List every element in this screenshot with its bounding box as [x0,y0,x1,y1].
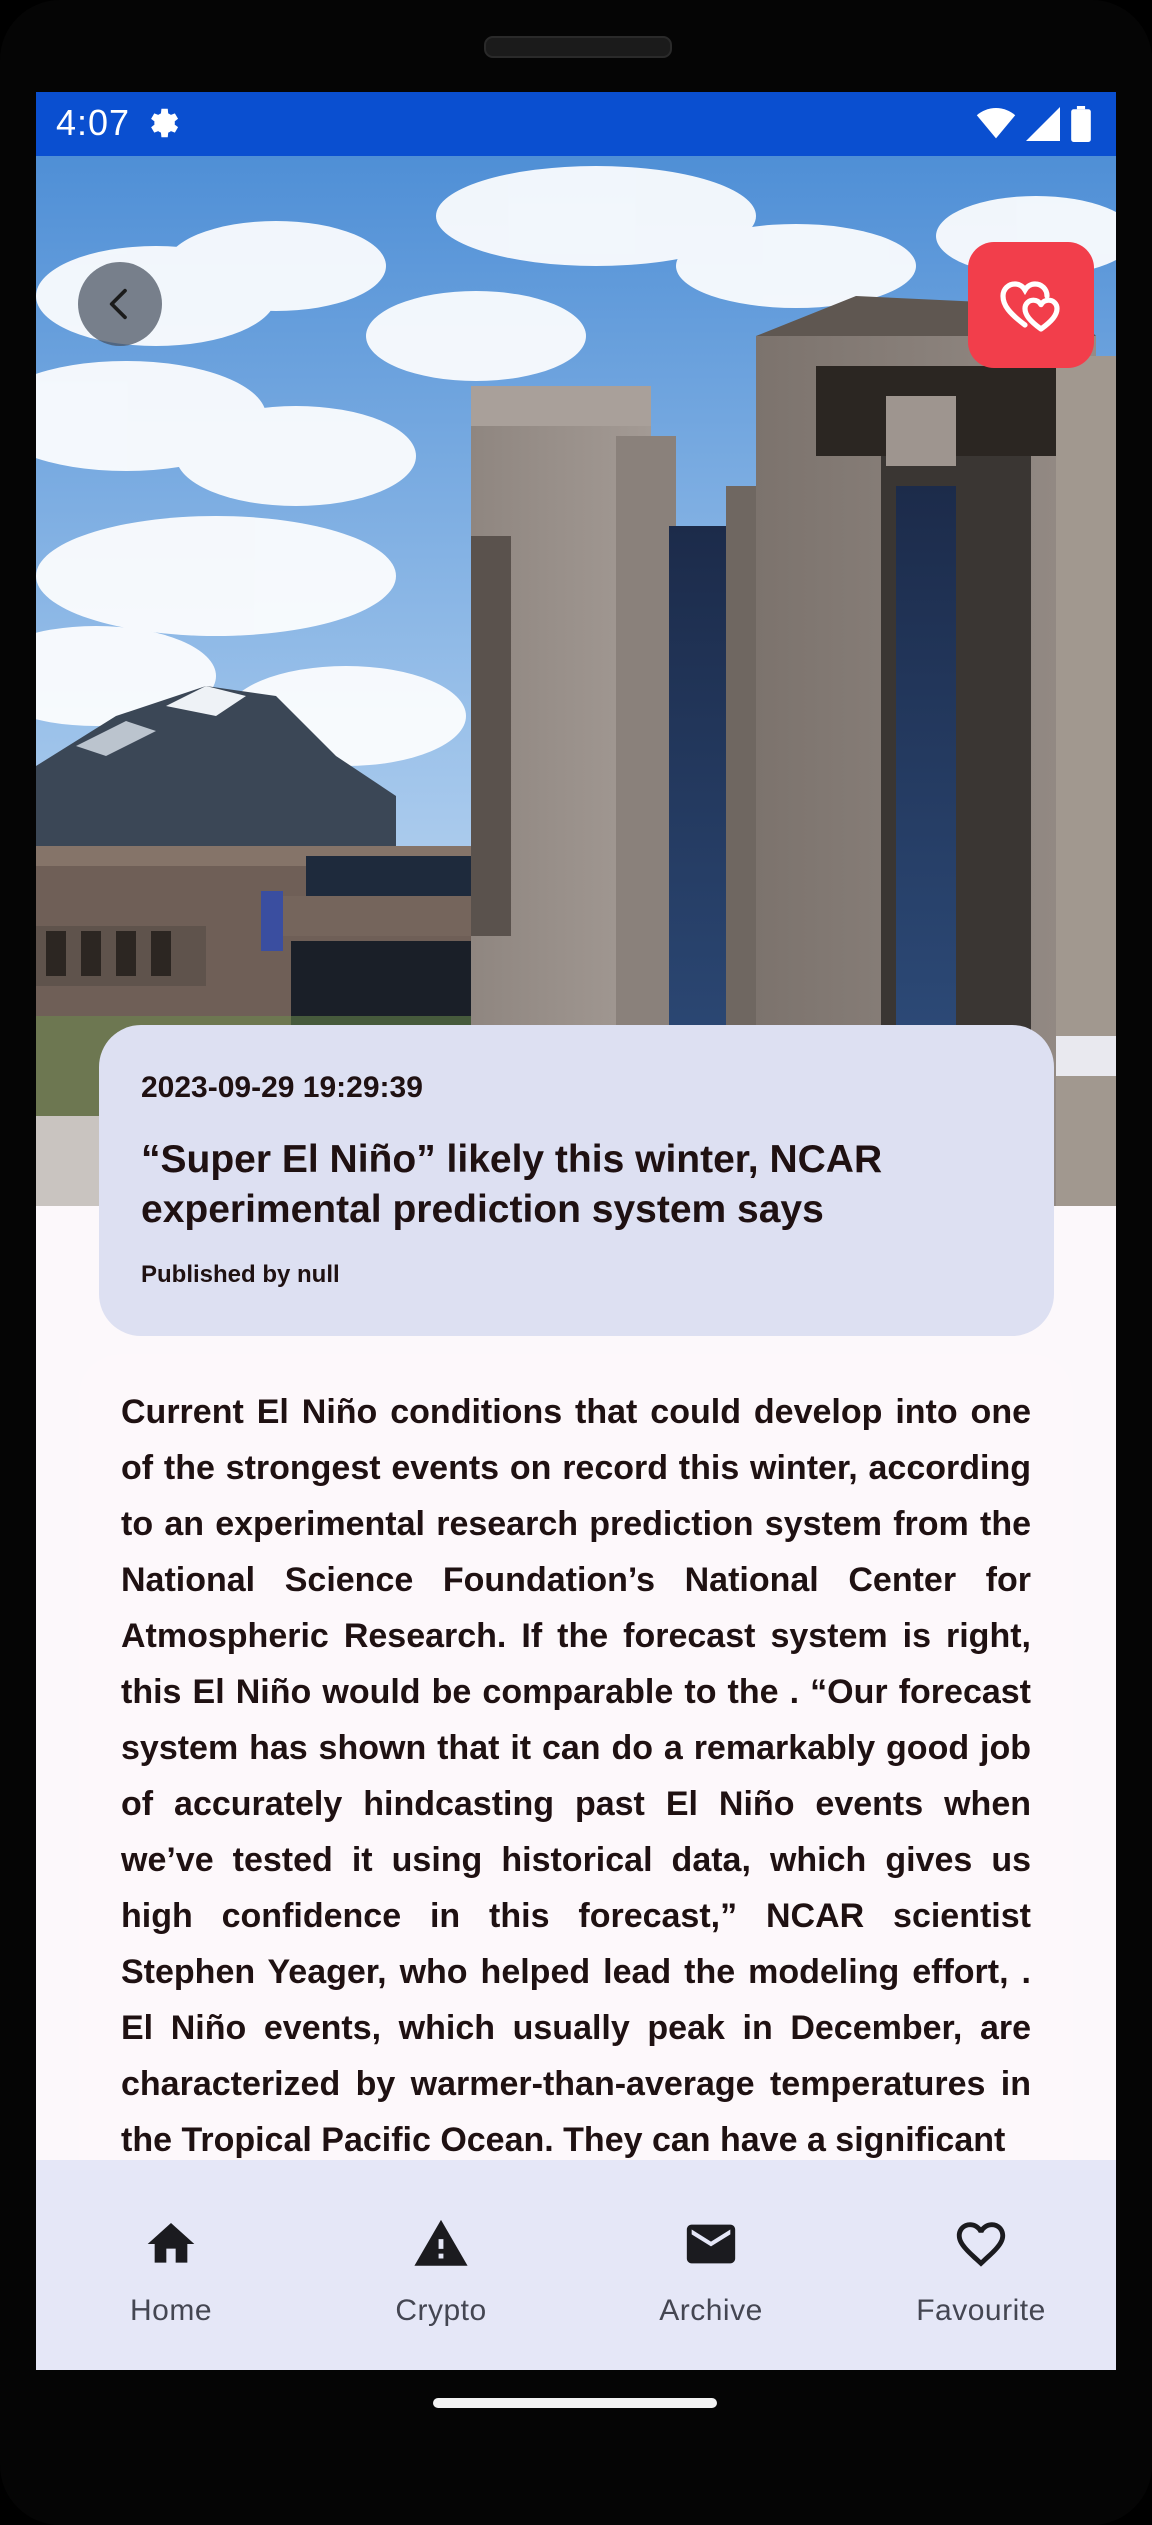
heart-outline-icon [951,2214,1011,2274]
nav-item-home[interactable]: Home [36,2160,306,2370]
article-title: “Super El Niño” likely this winter, NCAR… [141,1138,883,1231]
cellular-signal-icon [1026,107,1060,141]
home-icon [141,2214,201,2274]
wifi-icon [976,108,1016,139]
battery-icon [1071,106,1091,142]
double-heart-icon [1000,281,1060,332]
earpiece-speaker [484,36,672,58]
article-date: 2023-09-29 19:29:39 [141,1071,423,1104]
add-to-favourites-button[interactable] [968,242,1094,368]
back-button[interactable] [78,262,162,346]
status-bar: 4:07 [36,92,1116,156]
bottom-navigation-bar: Home Crypto Archive Favourite [36,2160,1116,2370]
article-body-text: Current El Niño conditions that could de… [121,1393,1031,2159]
nav-label-home: Home [129,2294,213,2327]
status-time: 4:07 [56,102,131,143]
nav-label-archive: Archive [659,2294,763,2327]
nav-label-favourite: Favourite [916,2294,1046,2327]
article-header-card: 2023-09-29 19:29:39 “Super El Niño” like… [99,1025,1054,1336]
settings-gear-icon [151,108,179,138]
warning-icon [411,2214,471,2274]
nav-item-archive[interactable]: Archive [576,2160,846,2370]
chevron-left-icon [109,288,127,320]
phone-frame: 4:07 2023-09-29 19:29:39 “Super El Niño”… [0,0,1152,2525]
app-screen: 4:07 2023-09-29 19:29:39 “Super El Niño”… [36,92,1116,2370]
article-author: Published by null [141,1261,340,1288]
nav-label-crypto: Crypto [395,2294,487,2327]
nav-item-crypto[interactable]: Crypto [306,2160,576,2370]
home-gesture-indicator[interactable] [433,2398,717,2408]
mail-icon [681,2214,741,2274]
nav-item-favourite[interactable]: Favourite [846,2160,1116,2370]
status-icons [976,106,1092,142]
